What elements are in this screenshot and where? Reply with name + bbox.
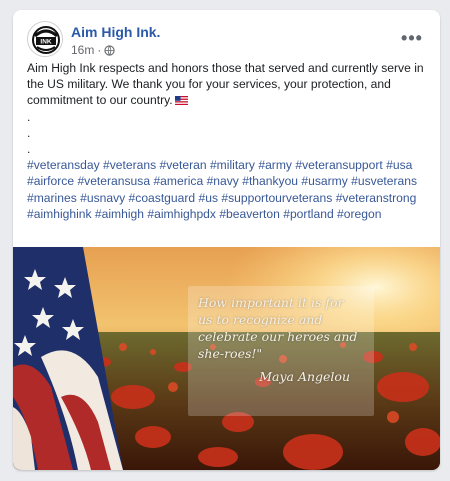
- post-time[interactable]: 16m: [71, 43, 94, 57]
- dot-line-3: .: [27, 142, 31, 157]
- hashtag-link[interactable]: #beaverton: [219, 207, 280, 221]
- hashtag-link[interactable]: #army: [258, 158, 292, 172]
- hashtag-link[interactable]: #veteran: [160, 158, 207, 172]
- hashtag-link[interactable]: #aimhigh: [95, 207, 144, 221]
- more-options-icon[interactable]: •••: [397, 28, 427, 48]
- quote-line-2: us to recognize and: [198, 312, 323, 327]
- hashtag-link[interactable]: #usarmy: [301, 174, 347, 188]
- hashtag-link[interactable]: #thankyou: [242, 174, 298, 188]
- quote-line-4: she-roes!": [198, 346, 263, 361]
- quote-line-1: How important it is for: [198, 295, 344, 310]
- hashtag-link[interactable]: #marines: [27, 191, 77, 205]
- hashtag-link[interactable]: #us: [199, 191, 219, 205]
- hashtag-link[interactable]: #portland: [283, 207, 333, 221]
- globe-icon: [104, 44, 115, 56]
- post-body-text: Aim High Ink respects and honors those t…: [27, 61, 424, 108]
- meta-separator: ·: [97, 43, 102, 57]
- hashtag-link[interactable]: #coastguard: [129, 191, 196, 205]
- hashtag-list: #veteransday #veterans #veteran #militar…: [27, 157, 427, 222]
- aim-high-ink-logo: INK: [29, 23, 62, 56]
- hashtag-link[interactable]: #veteranstrong: [336, 191, 417, 205]
- us-flag-emoji: [174, 96, 188, 106]
- hashtag-link[interactable]: #oregon: [337, 207, 381, 221]
- avatar[interactable]: INK: [27, 21, 63, 57]
- hashtag-link[interactable]: #military: [210, 158, 255, 172]
- hashtag-link[interactable]: #usnavy: [80, 191, 125, 205]
- post-meta: 16m ·: [71, 43, 115, 57]
- quote-line-3: celebrate our heroes and: [198, 329, 358, 344]
- hashtag-link[interactable]: #usa: [386, 158, 412, 172]
- post-text: Aim High Ink respects and honors those t…: [27, 60, 427, 222]
- quote-author: Maya Angelou: [259, 369, 350, 384]
- post-image[interactable]: How important it is for us to recognize …: [13, 247, 440, 470]
- post-card: INK Aim High Ink. 16m · ••• Aim High Ink…: [13, 10, 440, 470]
- hashtag-link[interactable]: #veteransupport: [295, 158, 382, 172]
- dot-line-1: .: [27, 109, 31, 124]
- dot-line-2: .: [27, 125, 31, 140]
- post-body: Aim High Ink respects and honors those t…: [27, 60, 427, 109]
- hashtag-link[interactable]: #america: [153, 174, 203, 188]
- hashtag-link[interactable]: #supportourveterans: [221, 191, 332, 205]
- svg-text:INK: INK: [40, 39, 52, 46]
- hashtag-link[interactable]: #usveterans: [351, 174, 417, 188]
- hashtag-link[interactable]: #veteransusa: [77, 174, 150, 188]
- hashtag-link[interactable]: #airforce: [27, 174, 74, 188]
- author-name[interactable]: Aim High Ink.: [71, 24, 160, 40]
- hashtag-link[interactable]: #veterans: [103, 158, 156, 172]
- hashtag-link[interactable]: #aimhighpdx: [147, 207, 216, 221]
- quote-overlay: How important it is for us to recognize …: [188, 286, 374, 416]
- hashtag-link[interactable]: #navy: [207, 174, 239, 188]
- hashtag-link[interactable]: #veteransday: [27, 158, 100, 172]
- hashtag-link[interactable]: #aimhighink: [27, 207, 92, 221]
- post-header: INK Aim High Ink. 16m · •••: [27, 20, 427, 58]
